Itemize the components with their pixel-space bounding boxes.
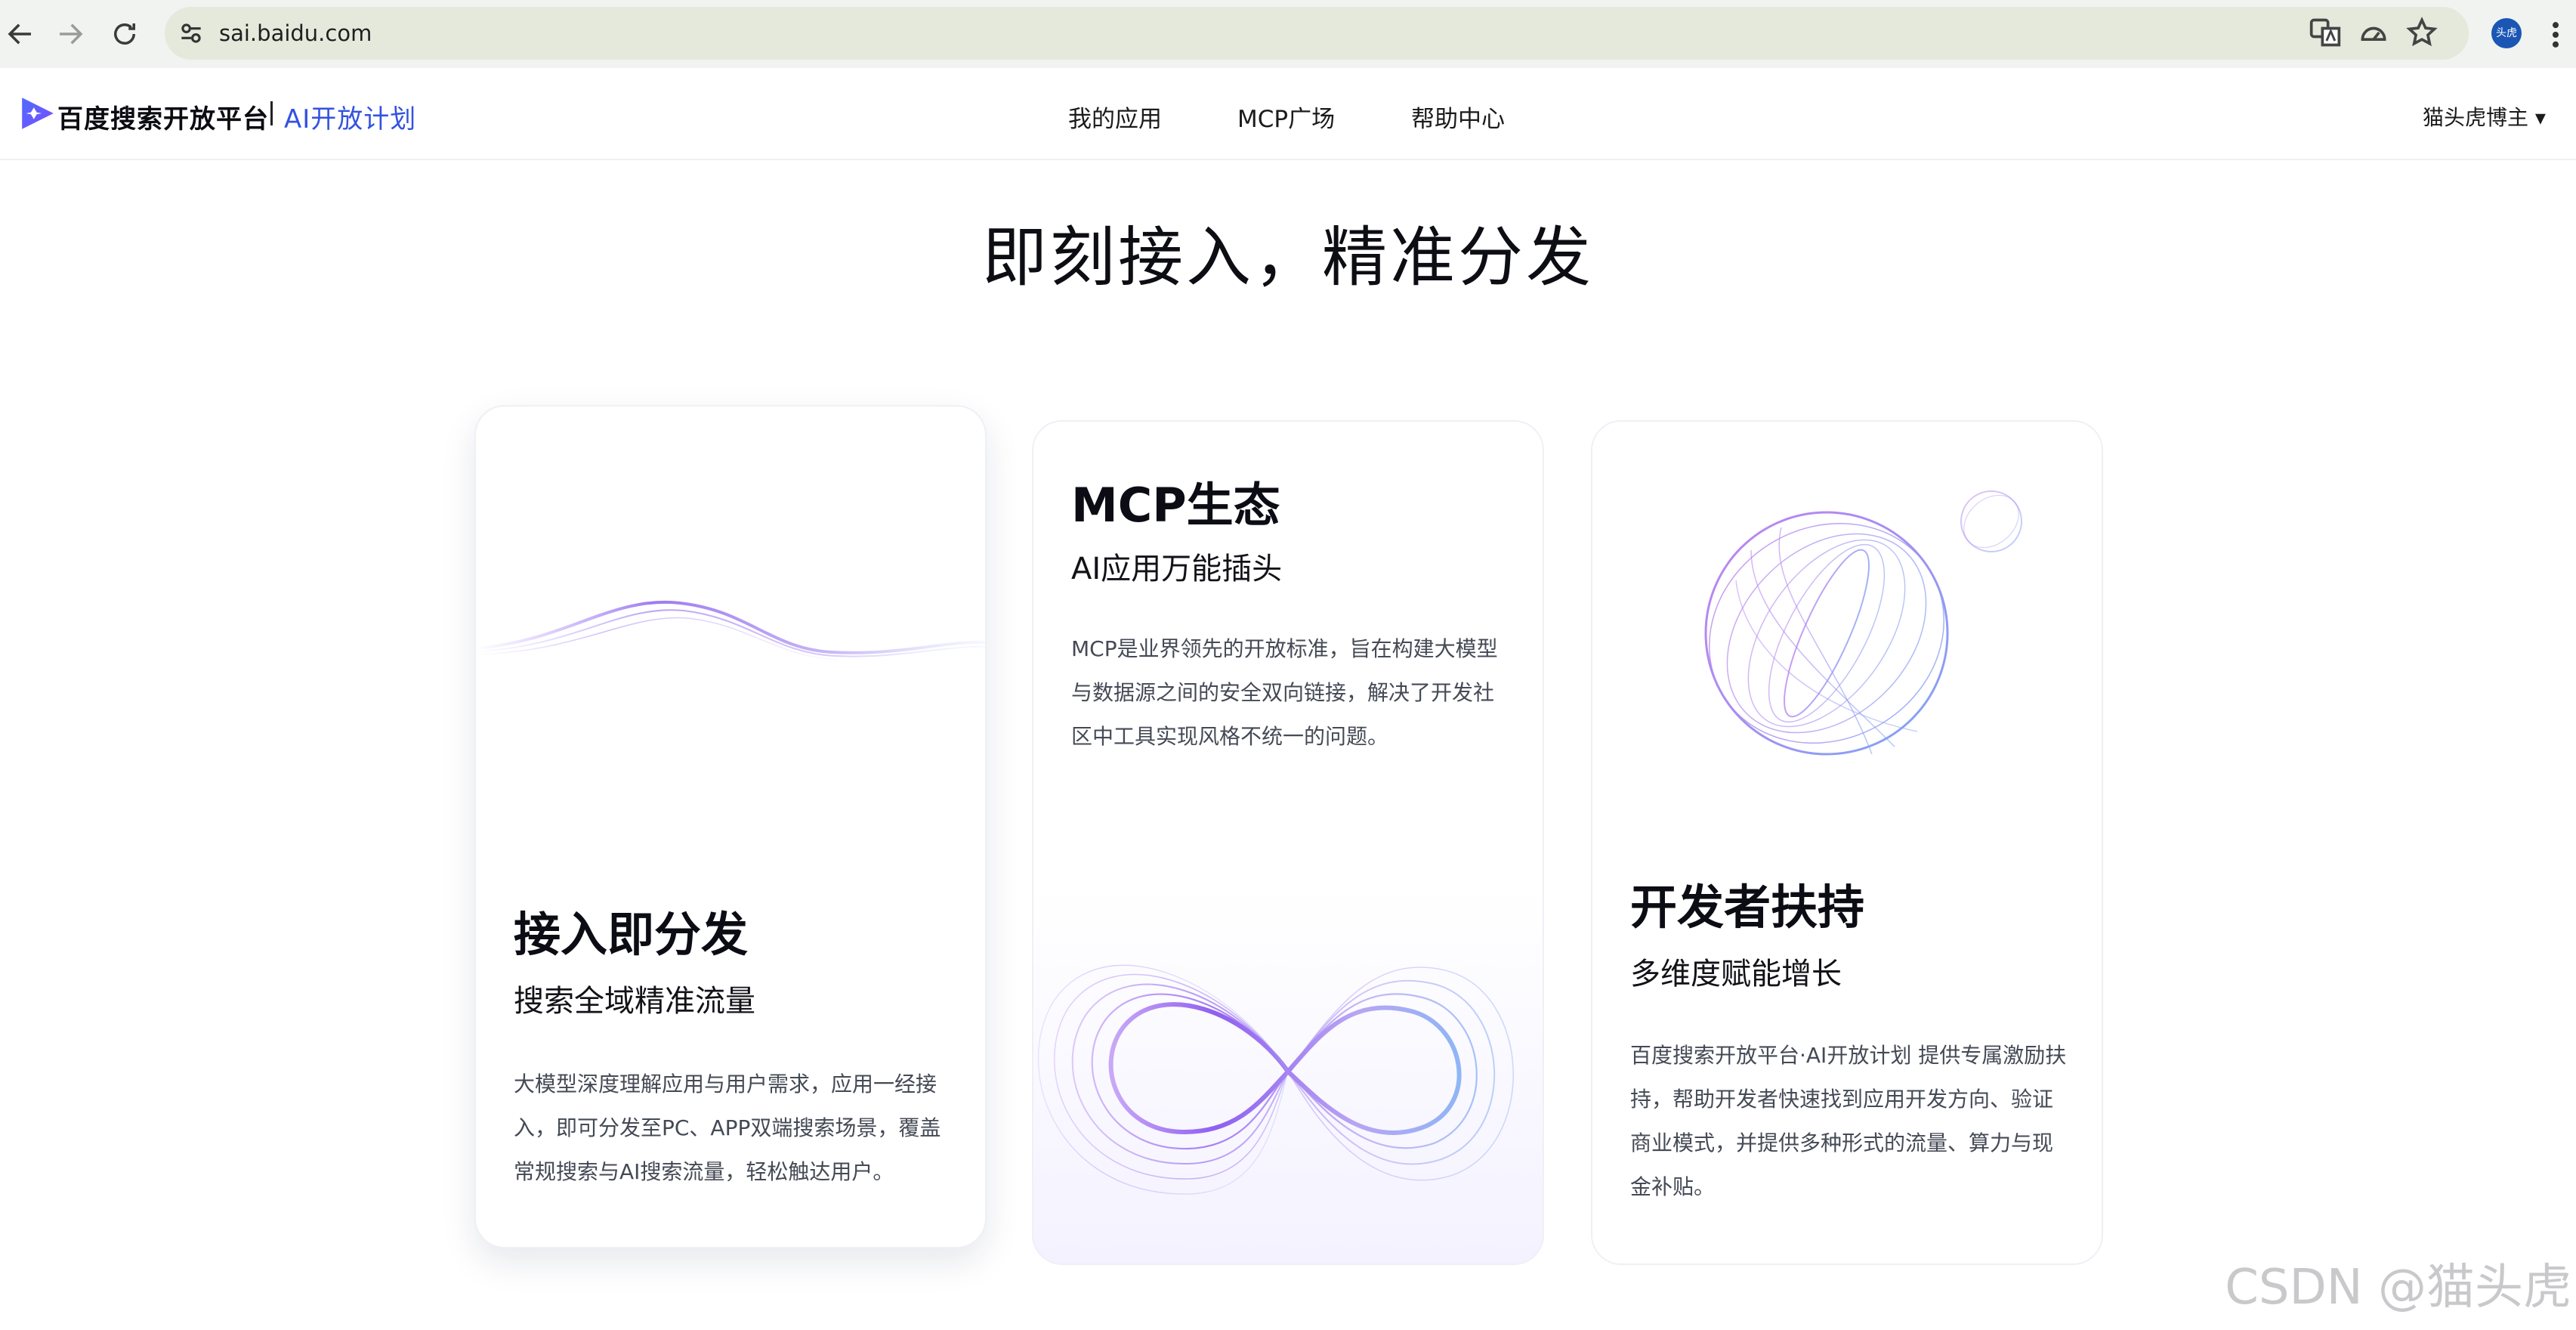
site-header: 百度搜索开放平台 AI开放计划 我的应用 MCP广场 帮助中心 猫头虎博主 ▾: [0, 68, 2576, 160]
site-settings-icon[interactable]: [177, 19, 205, 48]
logo-text[interactable]: 百度搜索开放平台: [57, 98, 269, 135]
hero-title: 即刻接入，精准分发: [982, 220, 1594, 295]
baidu-logo-icon[interactable]: [18, 94, 57, 133]
card-title: 开发者扶持: [1630, 880, 1865, 935]
url-text[interactable]: sai.baidu.com: [219, 20, 372, 46]
logo-subtitle[interactable]: AI开放计划: [284, 98, 416, 135]
performance-gauge-icon[interactable]: [2357, 16, 2390, 49]
nav-my-apps[interactable]: 我的应用: [1068, 100, 1162, 134]
card-title: MCP生态: [1071, 478, 1280, 533]
bookmark-star-icon[interactable]: [2405, 16, 2439, 49]
card-title: 接入即分发: [514, 907, 749, 962]
card-subtitle: 搜索全域精准流量: [514, 984, 755, 1019]
wave-illustration: [476, 600, 985, 660]
card-mcp-ecosystem[interactable]: MCP生态 AI应用万能插头 MCP是业界领先的开放标准，旨在构建大模型与数据源…: [1032, 420, 1544, 1265]
translate-icon[interactable]: [2309, 16, 2342, 49]
card-subtitle: 多维度赋能增长: [1630, 957, 1842, 991]
csdn-watermark: CSDN @猫头虎: [2225, 1260, 2571, 1316]
nav-mcp-plaza[interactable]: MCP广场: [1237, 100, 1335, 134]
forward-arrow-icon[interactable]: [54, 18, 86, 50]
nav-help-center[interactable]: 帮助中心: [1411, 100, 1505, 134]
profile-avatar[interactable]: 头虎: [2491, 18, 2522, 48]
card-description: 大模型深度理解应用与用户需求，应用一经接入，即可分发至PC、APP双端搜索场景，…: [514, 1072, 941, 1184]
user-menu[interactable]: 猫头虎博主 ▾: [2423, 101, 2546, 131]
card-subtitle: AI应用万能插头: [1071, 552, 1283, 586]
back-arrow-icon[interactable]: [5, 18, 36, 50]
address-bar[interactable]: sai.baidu.com: [165, 7, 2469, 60]
browser-toolbar: sai.baidu.com 头虎: [0, 0, 2576, 70]
card-description: MCP是业界领先的开放标准，旨在构建大模型与数据源之间的安全双向链接，解决了开发…: [1071, 636, 1498, 749]
card-description: 百度搜索开放平台·AI开放计划 提供专属激励扶持，帮助开发者快速找到应用开发方向…: [1630, 1043, 2067, 1199]
card-access-distribution[interactable]: 接入即分发 搜索全域精准流量 大模型深度理解应用与用户需求，应用一经接入，即可分…: [474, 405, 987, 1248]
sphere-illustration: [1704, 490, 2022, 756]
infinity-illustration: [1037, 964, 1514, 1195]
logo-divider: [270, 101, 273, 125]
reload-icon[interactable]: [109, 18, 141, 50]
card-developer-support[interactable]: 开发者扶持 多维度赋能增长 百度搜索开放平台·AI开放计划 提供专属激励扶持，帮…: [1591, 420, 2103, 1265]
menu-kebab-icon[interactable]: [2544, 18, 2567, 51]
